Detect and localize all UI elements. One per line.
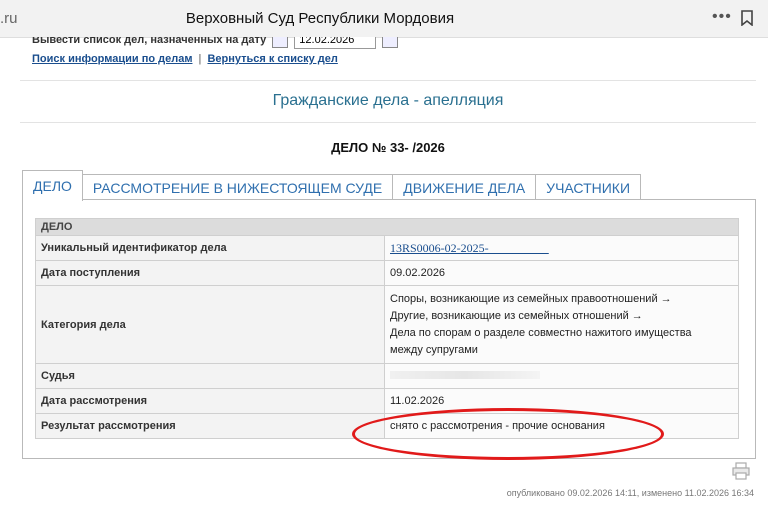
category-line: Споры, возникающие из семейных правоотно…: [390, 292, 672, 305]
table-row: Судья: [35, 363, 739, 389]
category-value: Споры, возникающие из семейных правоотно…: [384, 285, 739, 364]
category-line: Дела по спорам о разделе совместно нажит…: [390, 326, 692, 339]
received-label: Дата поступления: [35, 260, 385, 286]
category-label: Категория дела: [35, 285, 385, 364]
date-input[interactable]: [294, 37, 377, 49]
date-filter-label: Вывести список дел, назначенных на дату: [32, 37, 267, 46]
table-header: ДЕЛО: [35, 218, 739, 236]
publish-info: опубликовано 09.02.2026 14:11, изменено …: [506, 488, 754, 498]
page-title: Верховный Суд Республики Мордовия: [185, 10, 455, 27]
browser-top-bar: .ru Верховный Суд Республики Мордовия ••…: [0, 0, 768, 38]
divider: [20, 80, 756, 81]
uid-value-cell: 13RS0006-02-2025-__________: [384, 235, 739, 261]
section-title: Гражданские дела - апелляция: [272, 92, 504, 109]
table-row: Дата поступления 09.02.2026: [35, 260, 739, 286]
tab-participants[interactable]: УЧАСТНИКИ: [535, 174, 642, 201]
tab-case[interactable]: ДЕЛО: [22, 170, 83, 201]
case-number: ДЕЛО № 33- /2026: [331, 140, 445, 155]
tab-case-movement[interactable]: ДВИЖЕНИЕ ДЕЛА: [392, 174, 537, 201]
nav-links: Поиск информации по делам | Вернуться к …: [32, 53, 338, 65]
back-to-list-link[interactable]: Вернуться к списку дел: [207, 53, 337, 65]
case-tabs: ДЕЛО РАССМОТРЕНИЕ В НИЖЕСТОЯЩЕМ СУДЕ ДВИ…: [22, 170, 642, 201]
judge-label: Судья: [35, 363, 385, 389]
category-line: между супругами: [390, 343, 478, 356]
case-info-table: ДЕЛО Уникальный идентификатор дела 13RS0…: [35, 218, 739, 439]
bookmark-icon[interactable]: [741, 10, 753, 31]
category-line: Другие, возникающие из семейных отношени…: [390, 309, 643, 322]
highlight-ellipse: [352, 408, 664, 460]
calendar-icon[interactable]: [272, 37, 289, 48]
printer-icon[interactable]: [732, 462, 750, 485]
result-label: Результат рассмотрения: [35, 413, 385, 439]
redacted-judge-name: [390, 371, 540, 379]
search-cases-link[interactable]: Поиск информации по делам: [32, 53, 192, 65]
uid-label: Уникальный идентификатор дела: [35, 235, 385, 261]
link-separator: |: [198, 53, 202, 65]
tab-lower-court[interactable]: РАССМОТРЕНИЕ В НИЖЕСТОЯЩЕМ СУДЕ: [81, 174, 394, 201]
judge-value: [384, 363, 739, 389]
more-icon[interactable]: •••: [712, 8, 732, 26]
calendar-icon[interactable]: [382, 37, 399, 48]
received-value: 09.02.2026: [384, 260, 739, 286]
table-row: Уникальный идентификатор дела 13RS0006-0…: [35, 235, 739, 261]
date-filter-row: Вывести список дел, назначенных на дату: [32, 37, 399, 51]
table-header-row: ДЕЛО: [35, 218, 739, 236]
divider: [20, 122, 756, 123]
table-row: Категория дела Споры, возникающие из сем…: [35, 285, 739, 364]
review-date-label: Дата рассмотрения: [35, 388, 385, 414]
table-row: Дата рассмотрения 11.02.2026: [35, 388, 739, 414]
uid-link[interactable]: 13RS0006-02-2025-__________: [390, 241, 549, 255]
